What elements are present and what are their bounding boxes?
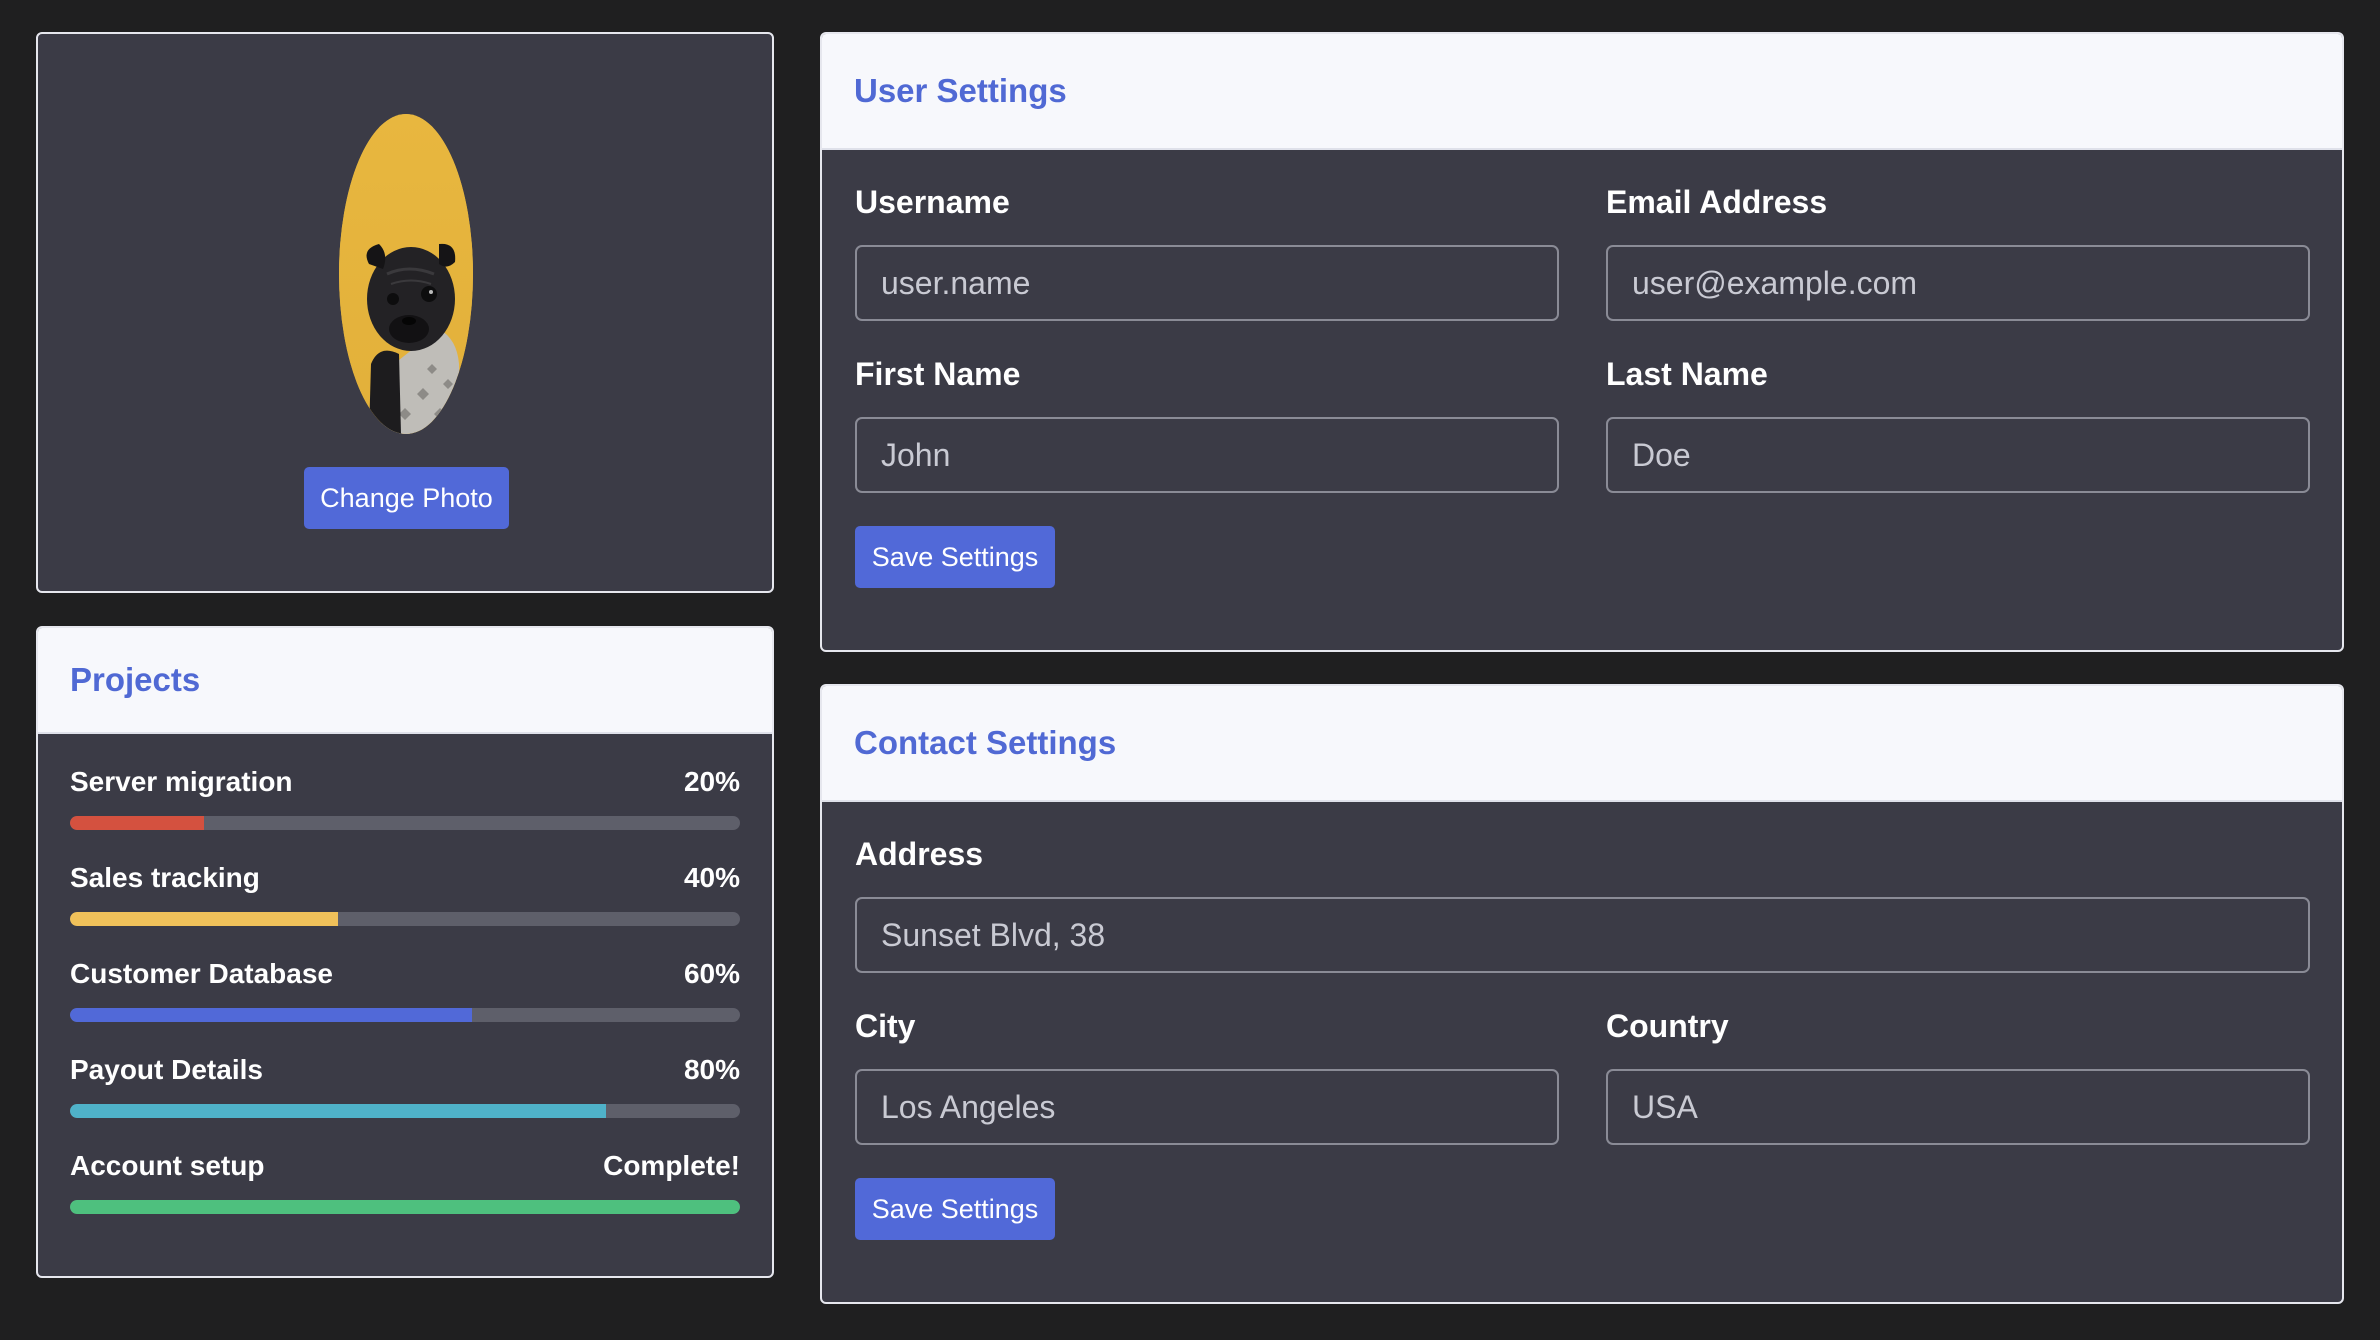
project-progress-label: 60% (683, 958, 740, 989)
project-name: Account setup (70, 1150, 265, 1181)
project-progress-fill (70, 912, 338, 926)
contact-settings-header: Contact Settings (822, 686, 2342, 802)
project-row: Customer Database 60% (70, 958, 740, 1028)
last-name-label: Last Name (1606, 356, 1768, 392)
last-name-input[interactable] (1606, 417, 2310, 493)
email-input[interactable] (1606, 245, 2310, 321)
contact-settings-card: Contact Settings Address City Country Sa… (820, 684, 2344, 1304)
project-progress-label: 40% (683, 862, 740, 893)
first-name-input[interactable] (855, 417, 1559, 493)
change-photo-button[interactable]: Change Photo (304, 467, 509, 529)
project-progress-label: 20% (683, 766, 740, 797)
city-input[interactable] (855, 1069, 1559, 1145)
avatar (339, 114, 473, 434)
profile-card: Change Photo (36, 32, 774, 593)
country-label: Country (1606, 1008, 1729, 1044)
project-progress-bar (70, 1008, 740, 1022)
country-input[interactable] (1606, 1069, 2310, 1145)
address-label: Address (855, 836, 984, 872)
project-name: Server migration (70, 766, 293, 797)
save-contact-settings-button[interactable]: Save Settings (855, 1178, 1055, 1240)
project-row: Account setup Complete! (70, 1150, 740, 1220)
address-input[interactable] (855, 897, 2310, 973)
project-row: Sales tracking 40% (70, 862, 740, 932)
projects-header: Projects (38, 628, 772, 734)
user-settings-header: User Settings (822, 34, 2342, 150)
username-input[interactable] (855, 245, 1559, 321)
project-progress-bar (70, 1104, 740, 1118)
project-progress-bar (70, 816, 740, 830)
projects-card: Projects Server migration 20% Sales tracki… (36, 626, 774, 1278)
contact-settings-title: Contact Settings (854, 724, 1117, 761)
project-progress-label: 80% (683, 1054, 740, 1085)
project-row: Payout Details 80% (70, 1054, 740, 1124)
user-settings-card: User Settings Username Email Address Fir… (820, 32, 2344, 652)
project-progress-bar (70, 912, 740, 926)
project-progress-fill (70, 1008, 472, 1022)
first-name-label: First Name (855, 356, 1021, 392)
pug-avatar-image (339, 114, 473, 434)
project-name: Payout Details (70, 1054, 263, 1085)
project-name: Customer Database (70, 958, 333, 989)
project-progress-fill (70, 816, 204, 830)
username-label: Username (855, 184, 1010, 220)
project-row: Server migration 20% (70, 766, 740, 836)
project-progress-fill (70, 1200, 740, 1214)
project-name: Sales tracking (70, 862, 260, 893)
city-label: City (855, 1008, 916, 1044)
project-progress-label: Complete! (603, 1150, 740, 1181)
project-progress-bar (70, 1200, 740, 1214)
user-settings-title: User Settings (854, 72, 1067, 109)
email-label: Email Address (1606, 184, 1828, 220)
save-user-settings-button[interactable]: Save Settings (855, 526, 1055, 588)
projects-title: Projects (70, 661, 201, 698)
project-progress-fill (70, 1104, 606, 1118)
